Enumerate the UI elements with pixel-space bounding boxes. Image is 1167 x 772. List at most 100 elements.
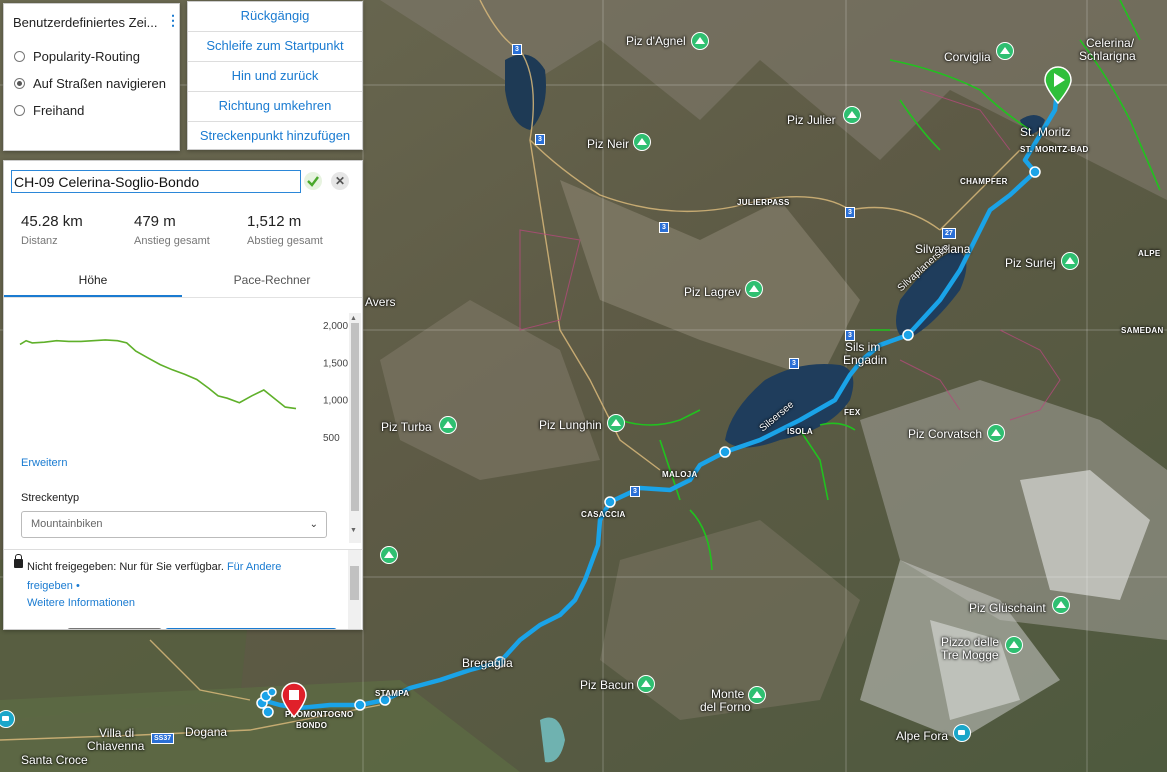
place-label: Bregaglia xyxy=(462,656,513,670)
peak-icon[interactable] xyxy=(996,42,1014,60)
place-label: Dogana xyxy=(185,725,228,739)
y-tick-label: 1,000 xyxy=(323,396,348,407)
peak-icon[interactable] xyxy=(637,675,655,693)
stat-descent: 1,512 m Abstieg gesamt xyxy=(247,213,323,247)
road-shield: 3 xyxy=(512,44,522,55)
peak-icon[interactable] xyxy=(748,686,766,704)
save-button[interactable] xyxy=(165,628,337,629)
tab-elevation[interactable]: Höhe xyxy=(4,267,182,297)
peak-icon[interactable] xyxy=(987,424,1005,442)
chevron-down-icon: ⌄ xyxy=(309,519,318,530)
place-label: STAMPA xyxy=(375,689,410,698)
out-and-back-button[interactable]: Hin und zurück xyxy=(188,62,362,92)
start-marker-icon[interactable] xyxy=(1043,66,1073,104)
sharing-status-text: Nicht freigegeben: Nur für Sie verfügbar… xyxy=(27,561,224,573)
tab-pace-calculator[interactable]: Pace-Rechner xyxy=(182,267,362,297)
elevation-chart: 2,000 1,500 1,000 500 xyxy=(19,321,348,444)
place-label: ST. MORITZ-BAD xyxy=(1020,145,1089,154)
peak-icon[interactable] xyxy=(1052,596,1070,614)
road-shield: 3 xyxy=(789,358,799,369)
place-label: BONDO xyxy=(296,721,328,730)
place-label: CHAMPFER xyxy=(960,177,1008,186)
place-label: Piz Julier xyxy=(787,113,836,127)
stat-value: 45.28 km xyxy=(21,213,83,230)
bullet-separator: • xyxy=(75,580,80,592)
place-label: Tre Mogge xyxy=(941,648,999,662)
route-type-select[interactable]: Mountainbiken ⌄ xyxy=(21,511,327,538)
scroll-down-icon[interactable]: ▼ xyxy=(350,527,357,534)
panel-scrollbar-thumb[interactable] xyxy=(351,323,359,511)
place-label: Piz Corvatsch xyxy=(908,427,983,441)
place-label: Piz Bacun xyxy=(580,678,635,692)
peak-icon[interactable] xyxy=(691,32,709,50)
sharing-info: Nicht freigegeben: Nur für Sie verfügbar… xyxy=(4,549,362,629)
elevation-series-line xyxy=(19,339,297,410)
radio-button[interactable] xyxy=(14,78,25,89)
stat-label: Distanz xyxy=(21,235,58,247)
peak-icon[interactable] xyxy=(843,106,861,124)
place-label: Piz Glüschaint xyxy=(969,601,1046,615)
place-label: St. Moritz xyxy=(1020,125,1071,139)
checkmark-icon xyxy=(307,176,319,187)
reverse-direction-button[interactable]: Richtung umkehren xyxy=(188,92,362,122)
place-label: Avers xyxy=(365,295,396,309)
y-tick-label: 500 xyxy=(323,433,340,444)
more-info-link[interactable]: Weitere Informationen xyxy=(27,597,135,609)
routing-option-popularity[interactable]: Popularity-Routing xyxy=(14,49,140,64)
finish-marker-icon[interactable] xyxy=(280,682,308,718)
confirm-name-button[interactable] xyxy=(304,172,322,190)
stat-label: Abstieg gesamt xyxy=(247,235,323,247)
routing-option-roads[interactable]: Auf Straßen navigieren xyxy=(14,76,166,91)
undo-button[interactable]: Rückgängig xyxy=(188,2,362,32)
stat-value: 1,512 m xyxy=(247,213,302,230)
routing-option-label: Popularity-Routing xyxy=(33,49,140,64)
stat-distance: 45.28 km Distanz xyxy=(21,213,83,247)
routing-option-label: Auf Straßen navigieren xyxy=(33,76,166,91)
camera-icon[interactable] xyxy=(953,724,971,742)
place-label: Chiavenna xyxy=(87,739,145,753)
place-label: FEX xyxy=(844,408,861,417)
peak-icon[interactable] xyxy=(745,280,763,298)
place-label: del Forno xyxy=(700,700,751,714)
route-name-input[interactable] xyxy=(11,170,301,193)
route-details-panel: ✕ 45.28 km Distanz 479 m Anstieg gesamt … xyxy=(3,160,363,630)
place-label: ISOLA xyxy=(787,427,813,436)
peak-icon[interactable] xyxy=(1005,636,1023,654)
add-waypoint-button[interactable]: Streckenpunkt hinzufügen xyxy=(188,122,362,152)
peak-icon[interactable] xyxy=(439,416,457,434)
place-label: Corviglia xyxy=(944,50,991,64)
routing-mode-panel: Benutzerdefiniertes Zei... ⋮ Popularity-… xyxy=(3,3,180,151)
routing-option-freehand[interactable]: Freihand xyxy=(14,103,84,118)
route-type-value: Mountainbiken xyxy=(31,518,103,530)
place-label: SAMEDAN xyxy=(1121,326,1164,335)
share-link[interactable]: freigeben xyxy=(27,580,73,592)
y-tick-label: 1,500 xyxy=(323,358,348,369)
tab-divider xyxy=(4,297,362,298)
radio-button[interactable] xyxy=(14,105,25,116)
secondary-button[interactable] xyxy=(67,628,162,629)
cancel-name-button[interactable]: ✕ xyxy=(331,172,349,190)
peak-icon[interactable] xyxy=(633,133,651,151)
place-label: Alpe Fora xyxy=(896,729,949,743)
close-icon: ✕ xyxy=(334,174,346,188)
scroll-up-icon[interactable]: ▲ xyxy=(350,315,357,322)
more-options-icon[interactable]: ⋮ xyxy=(166,12,180,29)
share-scrollbar-thumb[interactable] xyxy=(350,566,359,600)
peak-icon[interactable] xyxy=(1061,252,1079,270)
road-shield: 3 xyxy=(845,330,855,341)
y-tick-label: 2,000 xyxy=(323,321,348,332)
peak-icon[interactable] xyxy=(607,414,625,432)
place-label: ALPE xyxy=(1138,249,1161,258)
road-shield: 27 xyxy=(942,228,956,239)
route-actions-menu: Rückgängig Schleife zum Startpunkt Hin u… xyxy=(187,1,363,150)
expand-link[interactable]: Erweitern xyxy=(21,457,67,469)
stat-label: Anstieg gesamt xyxy=(134,235,210,247)
loop-to-start-button[interactable]: Schleife zum Startpunkt xyxy=(188,32,362,62)
road-shield: 3 xyxy=(845,207,855,218)
place-label: Engadin xyxy=(843,353,888,367)
place-label: Piz Turba xyxy=(381,420,432,434)
share-link[interactable]: Für Andere xyxy=(227,561,281,573)
peak-icon[interactable] xyxy=(380,546,398,564)
place-label: CASACCIA xyxy=(581,510,626,519)
radio-button[interactable] xyxy=(14,51,25,62)
